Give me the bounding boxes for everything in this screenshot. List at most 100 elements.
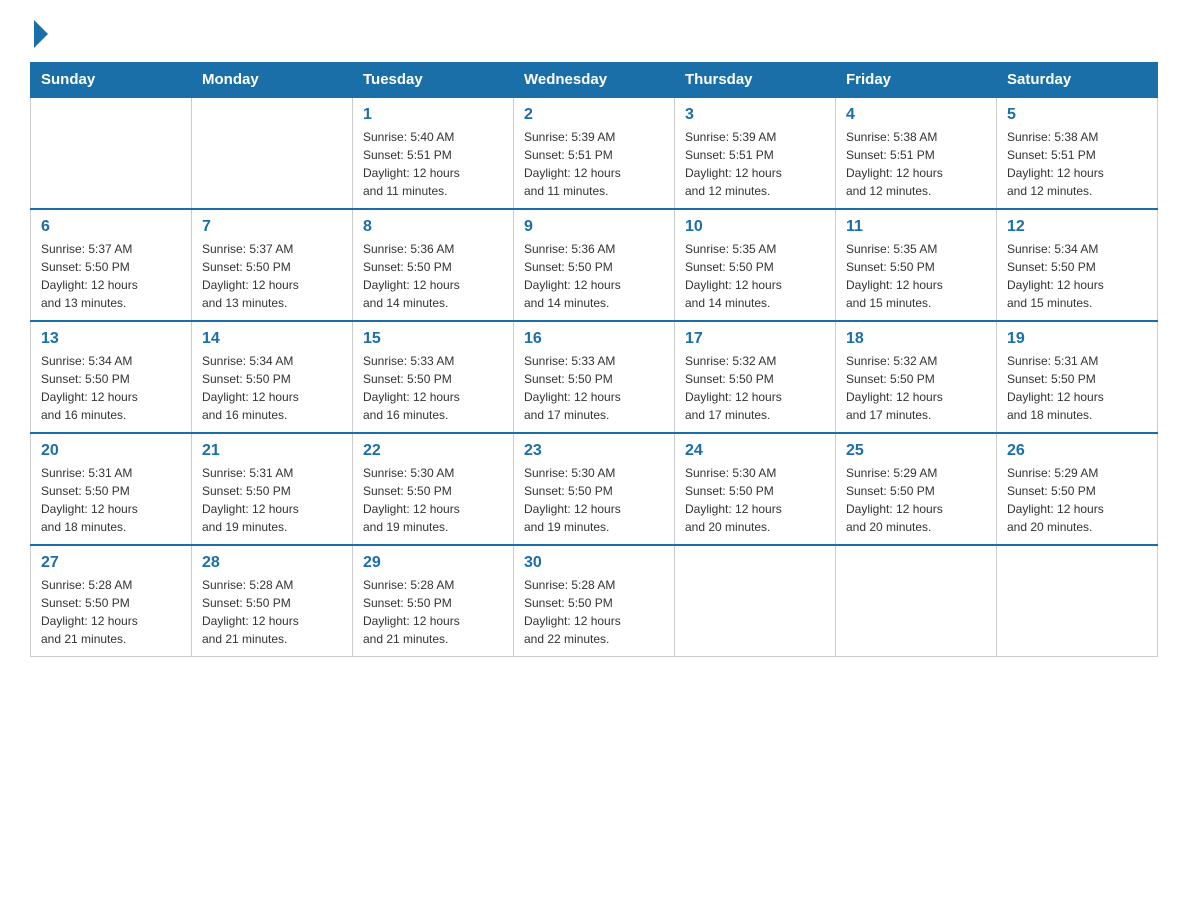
calendar-cell: 4 Sunrise: 5:38 AMSunset: 5:51 PMDaylight…	[836, 97, 997, 209]
day-info: Sunrise: 5:38 AMSunset: 5:51 PMDaylight:…	[846, 128, 986, 200]
day-number: 12	[1007, 218, 1147, 236]
calendar-cell: 8Sunrise: 5:36 AMSunset: 5:50 PMDaylight…	[353, 209, 514, 321]
calendar-cell: 29 Sunrise: 5:28 AMSunset: 5:50 PMDayligh…	[353, 545, 514, 657]
day-info: Sunrise: 5:32 AMSunset: 5:50 PMDaylight:…	[846, 352, 986, 424]
calendar-header-row: SundayMondayTuesdayWednesdayThursdayFrid…	[31, 63, 1158, 98]
calendar-cell: 20 Sunrise: 5:31 AMSunset: 5:50 PMDayligh…	[31, 433, 192, 545]
day-number: 29	[363, 554, 503, 572]
calendar-cell: 3Sunrise: 5:39 AMSunset: 5:51 PMDaylight…	[675, 97, 836, 209]
calendar-cell: 28Sunrise: 5:28 AMSunset: 5:50 PMDayligh…	[192, 545, 353, 657]
day-info: Sunrise: 5:28 AMSunset: 5:50 PMDaylight:…	[524, 576, 664, 648]
calendar-table: SundayMondayTuesdayWednesdayThursdayFrid…	[30, 62, 1158, 657]
calendar-cell: 25Sunrise: 5:29 AMSunset: 5:50 PMDayligh…	[836, 433, 997, 545]
day-number: 6	[41, 218, 181, 236]
day-of-week-header: Thursday	[675, 63, 836, 98]
calendar-cell: 19 Sunrise: 5:31 AMSunset: 5:50 PMDayligh…	[997, 321, 1158, 433]
day-of-week-header: Wednesday	[514, 63, 675, 98]
day-info: Sunrise: 5:36 AMSunset: 5:50 PMDaylight:…	[524, 240, 664, 312]
day-info: Sunrise: 5:30 AMSunset: 5:50 PMDaylight:…	[363, 464, 503, 536]
day-of-week-header: Tuesday	[353, 63, 514, 98]
day-info: Sunrise: 5:30 AMSunset: 5:50 PMDaylight:…	[685, 464, 825, 536]
day-number: 7	[202, 218, 342, 236]
day-info: Sunrise: 5:29 AMSunset: 5:50 PMDaylight:…	[1007, 464, 1147, 536]
calendar-cell	[836, 545, 997, 657]
day-number: 22	[363, 442, 503, 460]
day-info: Sunrise: 5:38 AMSunset: 5:51 PMDaylight:…	[1007, 128, 1147, 200]
day-info: Sunrise: 5:34 AMSunset: 5:50 PMDaylight:…	[41, 352, 181, 424]
day-of-week-header: Friday	[836, 63, 997, 98]
day-number: 10	[685, 218, 825, 236]
calendar-cell: 21 Sunrise: 5:31 AMSunset: 5:50 PMDayligh…	[192, 433, 353, 545]
day-number: 8	[363, 218, 503, 236]
day-number: 15	[363, 330, 503, 348]
day-number: 2	[524, 106, 664, 124]
day-info: Sunrise: 5:28 AMSunset: 5:50 PMDaylight:…	[363, 576, 503, 648]
calendar-cell: 9 Sunrise: 5:36 AMSunset: 5:50 PMDaylight…	[514, 209, 675, 321]
day-info: Sunrise: 5:33 AMSunset: 5:50 PMDaylight:…	[524, 352, 664, 424]
day-number: 21	[202, 442, 342, 460]
day-info: Sunrise: 5:35 AMSunset: 5:50 PMDaylight:…	[846, 240, 986, 312]
calendar-cell: 16 Sunrise: 5:33 AMSunset: 5:50 PMDayligh…	[514, 321, 675, 433]
day-number: 28	[202, 554, 342, 572]
logo-arrow-icon	[34, 20, 48, 48]
calendar-cell: 2 Sunrise: 5:39 AMSunset: 5:51 PMDaylight…	[514, 97, 675, 209]
day-number: 25	[846, 442, 986, 460]
day-number: 30	[524, 554, 664, 572]
day-of-week-header: Saturday	[997, 63, 1158, 98]
day-number: 26	[1007, 442, 1147, 460]
day-info: Sunrise: 5:37 AMSunset: 5:50 PMDaylight:…	[41, 240, 181, 312]
day-of-week-header: Monday	[192, 63, 353, 98]
day-number: 4	[846, 106, 986, 124]
calendar-week-row: 27 Sunrise: 5:28 AMSunset: 5:50 PMDayligh…	[31, 545, 1158, 657]
day-info: Sunrise: 5:34 AMSunset: 5:50 PMDaylight:…	[1007, 240, 1147, 312]
calendar-cell: 18Sunrise: 5:32 AMSunset: 5:50 PMDayligh…	[836, 321, 997, 433]
calendar-cell: 6 Sunrise: 5:37 AMSunset: 5:50 PMDaylight…	[31, 209, 192, 321]
page-header	[30, 20, 1158, 52]
day-info: Sunrise: 5:33 AMSunset: 5:50 PMDaylight:…	[363, 352, 503, 424]
calendar-cell	[675, 545, 836, 657]
calendar-cell: 5 Sunrise: 5:38 AMSunset: 5:51 PMDaylight…	[997, 97, 1158, 209]
day-info: Sunrise: 5:30 AMSunset: 5:50 PMDaylight:…	[524, 464, 664, 536]
calendar-week-row: 6 Sunrise: 5:37 AMSunset: 5:50 PMDaylight…	[31, 209, 1158, 321]
day-info: Sunrise: 5:28 AMSunset: 5:50 PMDaylight:…	[41, 576, 181, 648]
calendar-cell: 7 Sunrise: 5:37 AMSunset: 5:50 PMDaylight…	[192, 209, 353, 321]
day-number: 20	[41, 442, 181, 460]
calendar-week-row: 20 Sunrise: 5:31 AMSunset: 5:50 PMDayligh…	[31, 433, 1158, 545]
day-info: Sunrise: 5:40 AMSunset: 5:51 PMDaylight:…	[363, 128, 503, 200]
day-number: 11	[846, 218, 986, 236]
day-number: 1	[363, 106, 503, 124]
day-number: 9	[524, 218, 664, 236]
calendar-cell: 27 Sunrise: 5:28 AMSunset: 5:50 PMDayligh…	[31, 545, 192, 657]
logo	[30, 20, 48, 52]
day-number: 5	[1007, 106, 1147, 124]
calendar-cell	[997, 545, 1158, 657]
day-info: Sunrise: 5:34 AMSunset: 5:50 PMDaylight:…	[202, 352, 342, 424]
day-info: Sunrise: 5:39 AMSunset: 5:51 PMDaylight:…	[685, 128, 825, 200]
calendar-week-row: 13 Sunrise: 5:34 AMSunset: 5:50 PMDayligh…	[31, 321, 1158, 433]
calendar-week-row: 1 Sunrise: 5:40 AMSunset: 5:51 PMDaylight…	[31, 97, 1158, 209]
day-number: 19	[1007, 330, 1147, 348]
day-number: 24	[685, 442, 825, 460]
day-info: Sunrise: 5:31 AMSunset: 5:50 PMDaylight:…	[1007, 352, 1147, 424]
day-number: 13	[41, 330, 181, 348]
calendar-cell: 30 Sunrise: 5:28 AMSunset: 5:50 PMDayligh…	[514, 545, 675, 657]
calendar-cell: 11 Sunrise: 5:35 AMSunset: 5:50 PMDayligh…	[836, 209, 997, 321]
day-number: 17	[685, 330, 825, 348]
day-info: Sunrise: 5:31 AMSunset: 5:50 PMDaylight:…	[41, 464, 181, 536]
calendar-cell: 17Sunrise: 5:32 AMSunset: 5:50 PMDayligh…	[675, 321, 836, 433]
calendar-cell: 15 Sunrise: 5:33 AMSunset: 5:50 PMDayligh…	[353, 321, 514, 433]
day-info: Sunrise: 5:37 AMSunset: 5:50 PMDaylight:…	[202, 240, 342, 312]
calendar-cell: 23 Sunrise: 5:30 AMSunset: 5:50 PMDayligh…	[514, 433, 675, 545]
calendar-cell: 24 Sunrise: 5:30 AMSunset: 5:50 PMDayligh…	[675, 433, 836, 545]
calendar-cell: 1 Sunrise: 5:40 AMSunset: 5:51 PMDaylight…	[353, 97, 514, 209]
day-number: 16	[524, 330, 664, 348]
day-info: Sunrise: 5:35 AMSunset: 5:50 PMDaylight:…	[685, 240, 825, 312]
calendar-cell: 14Sunrise: 5:34 AMSunset: 5:50 PMDayligh…	[192, 321, 353, 433]
day-number: 27	[41, 554, 181, 572]
day-info: Sunrise: 5:31 AMSunset: 5:50 PMDaylight:…	[202, 464, 342, 536]
calendar-cell	[192, 97, 353, 209]
day-info: Sunrise: 5:39 AMSunset: 5:51 PMDaylight:…	[524, 128, 664, 200]
day-number: 23	[524, 442, 664, 460]
calendar-cell: 10 Sunrise: 5:35 AMSunset: 5:50 PMDayligh…	[675, 209, 836, 321]
calendar-cell	[31, 97, 192, 209]
